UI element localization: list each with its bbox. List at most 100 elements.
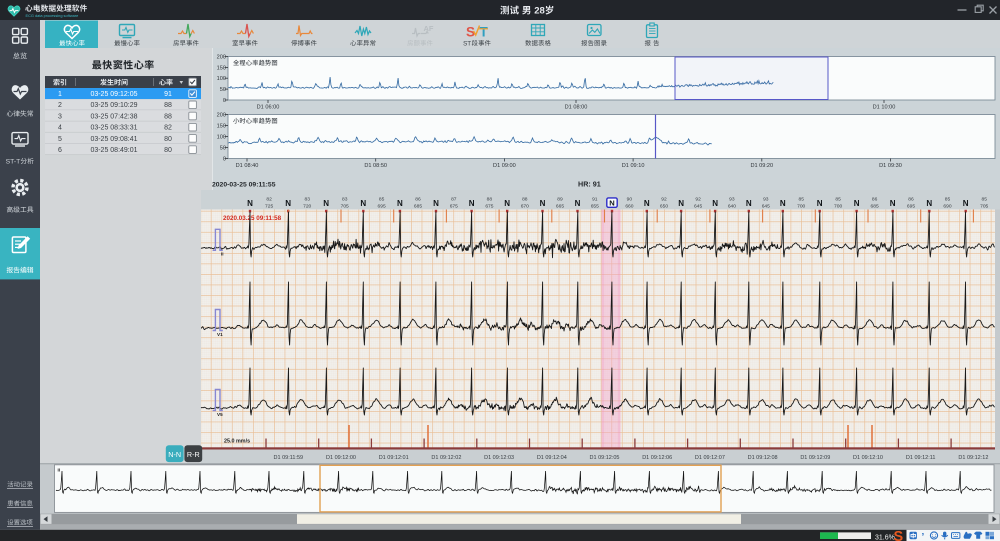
svg-text:HR: 91: HR: 91 bbox=[578, 180, 601, 189]
svg-text:700: 700 bbox=[797, 204, 805, 210]
svg-text:AF: AF bbox=[424, 24, 434, 33]
svg-text:91: 91 bbox=[592, 196, 598, 202]
svg-text:ECG data processing software: ECG data processing software bbox=[26, 13, 79, 18]
svg-text:D1 09:12:08: D1 09:12:08 bbox=[748, 455, 778, 461]
svg-text:D1 09:12:10: D1 09:12:10 bbox=[853, 455, 883, 461]
svg-text:83: 83 bbox=[342, 196, 348, 202]
svg-text:D1 09:12:03: D1 09:12:03 bbox=[484, 455, 514, 461]
svg-text:N-N: N-N bbox=[168, 450, 181, 459]
svg-text:80: 80 bbox=[164, 136, 172, 143]
svg-text:03-25 08:49:01: 03-25 08:49:01 bbox=[90, 147, 137, 154]
svg-text:D1 08:00: D1 08:00 bbox=[565, 105, 588, 111]
svg-text:D1 09:12:02: D1 09:12:02 bbox=[431, 455, 461, 461]
svg-text:2: 2 bbox=[58, 102, 62, 109]
svg-text:D1 09:10: D1 09:10 bbox=[622, 163, 645, 169]
svg-text:’: ’ bbox=[922, 532, 925, 541]
svg-text:D1 06:00: D1 06:00 bbox=[257, 105, 280, 111]
svg-text:N: N bbox=[890, 199, 896, 208]
svg-text:6: 6 bbox=[58, 147, 62, 154]
svg-text:D1 08:40: D1 08:40 bbox=[236, 163, 259, 169]
svg-text:650: 650 bbox=[660, 204, 668, 210]
svg-text:31.6%: 31.6% bbox=[875, 534, 895, 541]
svg-text:655: 655 bbox=[591, 204, 599, 210]
svg-text:82: 82 bbox=[164, 125, 172, 132]
svg-text:725: 725 bbox=[265, 204, 273, 210]
svg-text:V5: V5 bbox=[217, 412, 223, 417]
svg-text:03-25 09:10:29: 03-25 09:10:29 bbox=[90, 102, 137, 109]
svg-text:N: N bbox=[678, 199, 684, 208]
svg-text:D1 09:20: D1 09:20 bbox=[750, 163, 773, 169]
svg-text:03-25 09:08:41: 03-25 09:08:41 bbox=[90, 136, 137, 143]
svg-text:D1 09:12:07: D1 09:12:07 bbox=[695, 455, 725, 461]
svg-text:D1 09:11:59: D1 09:11:59 bbox=[274, 455, 304, 461]
svg-text:695: 695 bbox=[378, 204, 386, 210]
svg-text:II: II bbox=[58, 468, 61, 473]
svg-text:R-R: R-R bbox=[187, 450, 200, 459]
svg-text:0: 0 bbox=[223, 157, 226, 163]
svg-text:86: 86 bbox=[872, 196, 878, 202]
svg-text:D1 09:12:12: D1 09:12:12 bbox=[958, 455, 988, 461]
svg-text:85: 85 bbox=[379, 196, 385, 202]
svg-text:N: N bbox=[712, 199, 718, 208]
svg-text:100: 100 bbox=[217, 76, 226, 82]
svg-text:660: 660 bbox=[625, 204, 633, 210]
svg-text:03-25 08:33:31: 03-25 08:33:31 bbox=[90, 125, 137, 132]
svg-text:0: 0 bbox=[223, 98, 226, 104]
svg-text:675: 675 bbox=[485, 204, 493, 210]
svg-text:D1 09:12:04: D1 09:12:04 bbox=[537, 455, 567, 461]
svg-text:92: 92 bbox=[695, 196, 701, 202]
svg-text:D1 09:12:11: D1 09:12:11 bbox=[906, 455, 936, 461]
svg-text:50: 50 bbox=[220, 146, 226, 152]
svg-text:N: N bbox=[504, 199, 510, 208]
svg-text:83: 83 bbox=[304, 196, 310, 202]
svg-text:N: N bbox=[247, 199, 253, 208]
svg-text:3: 3 bbox=[58, 113, 62, 120]
svg-text:665: 665 bbox=[556, 204, 564, 210]
svg-text:90: 90 bbox=[627, 196, 633, 202]
svg-text:85: 85 bbox=[798, 196, 804, 202]
svg-text:II: II bbox=[221, 252, 224, 257]
svg-text:5: 5 bbox=[58, 136, 62, 143]
svg-text:645: 645 bbox=[694, 204, 702, 210]
svg-text:93: 93 bbox=[763, 196, 769, 202]
svg-text:N: N bbox=[433, 199, 439, 208]
svg-text:N: N bbox=[469, 199, 475, 208]
svg-text:N: N bbox=[285, 199, 291, 208]
svg-text:82: 82 bbox=[266, 196, 272, 202]
svg-text:700: 700 bbox=[834, 204, 842, 210]
svg-text:N: N bbox=[397, 199, 403, 208]
svg-text:93: 93 bbox=[729, 196, 735, 202]
svg-text:N: N bbox=[644, 199, 650, 208]
svg-text:D1 08:50: D1 08:50 bbox=[364, 163, 387, 169]
svg-text:28: 28 bbox=[534, 6, 545, 17]
svg-text:25.0 mm/s: 25.0 mm/s bbox=[224, 439, 250, 445]
svg-text:03-25 07:42:38: 03-25 07:42:38 bbox=[90, 113, 137, 120]
svg-text:86: 86 bbox=[415, 196, 421, 202]
svg-text:ST: ST bbox=[463, 40, 471, 47]
svg-text:86: 86 bbox=[908, 196, 914, 202]
svg-text:N: N bbox=[963, 199, 969, 208]
svg-text:100: 100 bbox=[217, 135, 226, 141]
svg-text:88: 88 bbox=[522, 196, 528, 202]
svg-text:88: 88 bbox=[487, 196, 493, 202]
svg-text:685: 685 bbox=[871, 204, 879, 210]
svg-text:87: 87 bbox=[451, 196, 457, 202]
svg-text:03-25 09:12:05: 03-25 09:12:05 bbox=[90, 91, 137, 98]
svg-text:D1 09:12:00: D1 09:12:00 bbox=[326, 455, 356, 461]
svg-text:200: 200 bbox=[217, 55, 226, 61]
svg-text:685: 685 bbox=[414, 204, 422, 210]
svg-text:V1: V1 bbox=[217, 332, 223, 337]
svg-text:N: N bbox=[926, 199, 932, 208]
svg-text:88: 88 bbox=[164, 113, 172, 120]
svg-text:1: 1 bbox=[58, 91, 62, 98]
svg-text:N: N bbox=[360, 199, 366, 208]
svg-text:D1 10:00: D1 10:00 bbox=[873, 105, 896, 111]
svg-text:N: N bbox=[575, 199, 581, 208]
svg-text:N: N bbox=[854, 199, 860, 208]
svg-text:80: 80 bbox=[164, 147, 172, 154]
svg-text:92: 92 bbox=[661, 196, 667, 202]
svg-text:640: 640 bbox=[728, 204, 736, 210]
svg-text:D1 09:12:01: D1 09:12:01 bbox=[379, 455, 409, 461]
svg-text:ST-T: ST-T bbox=[6, 159, 21, 166]
svg-text:720: 720 bbox=[303, 204, 311, 210]
